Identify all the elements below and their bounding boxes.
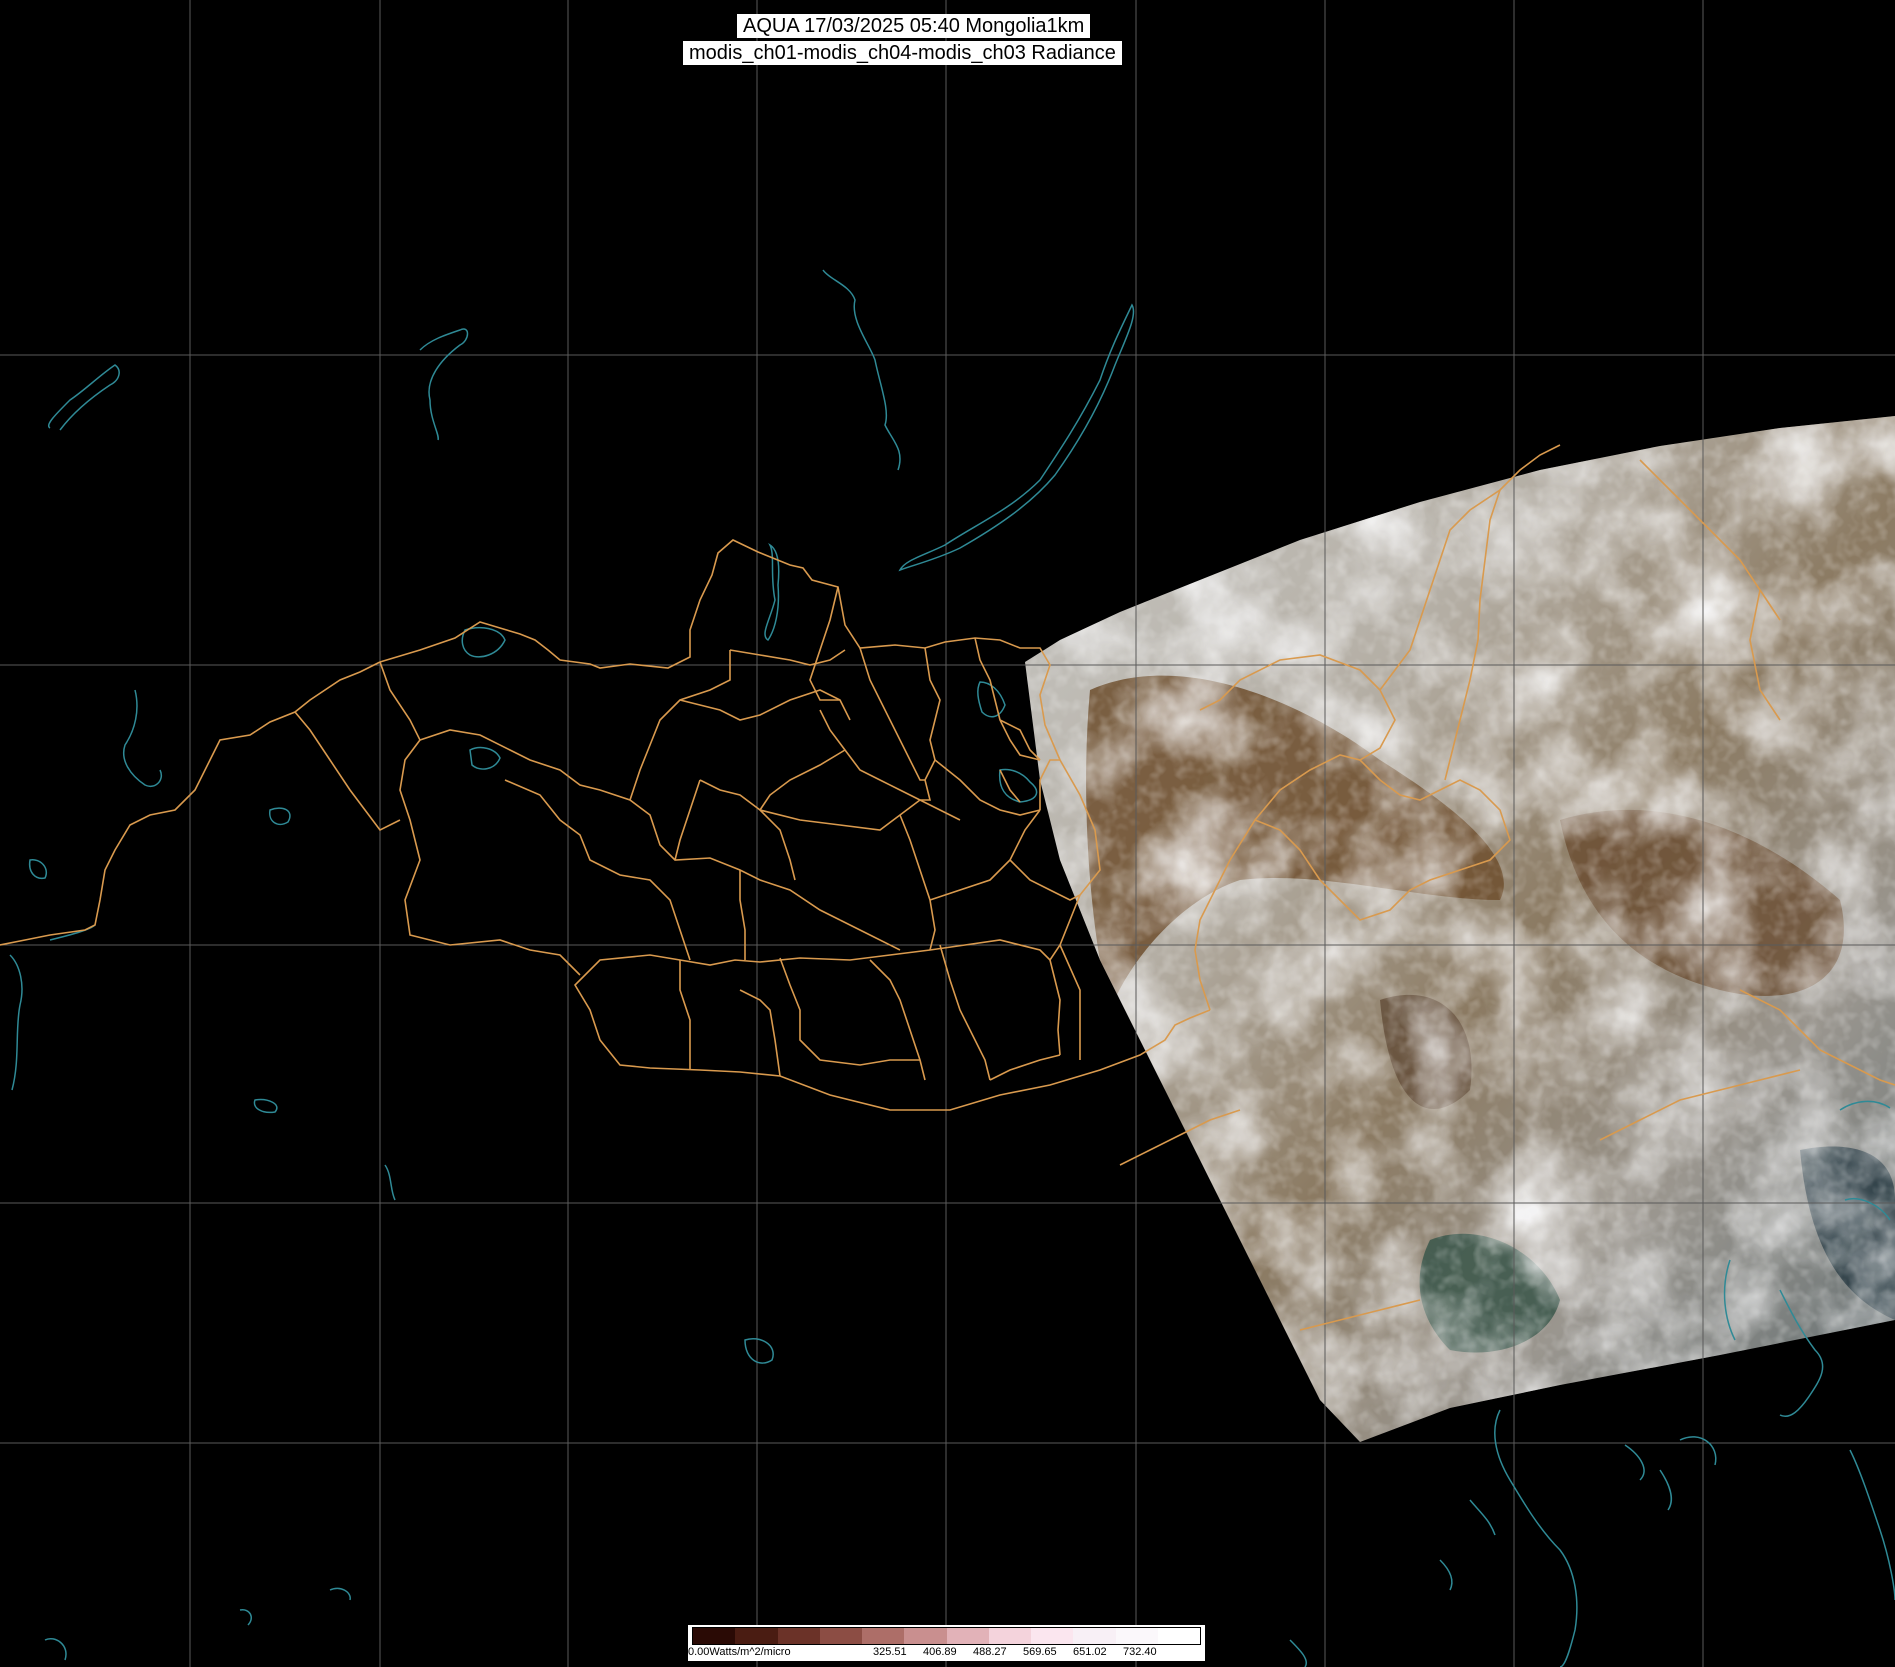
legend-tick-label: 569.65 <box>1023 1646 1057 1658</box>
legend-color-bar <box>692 1627 1201 1645</box>
satellite-swath <box>1025 416 1895 1442</box>
legend-tick-label: 406.89 <box>923 1646 957 1658</box>
title-line-1: AQUA 17/03/2025 05:40 Mongolia1km <box>737 14 1091 38</box>
radiance-legend: 0.00Watts/m^2/micro 325.51 406.89 488.27… <box>688 1625 1205 1661</box>
legend-color-swatch <box>862 1628 905 1644</box>
legend-color-swatch <box>1031 1628 1074 1644</box>
legend-color-swatch <box>1115 1628 1158 1644</box>
legend-color-swatch <box>1073 1628 1116 1644</box>
legend-color-swatch <box>904 1628 947 1644</box>
satellite-map <box>0 0 1895 1667</box>
legend-color-swatch <box>988 1628 1031 1644</box>
legend-tick-label: 651.02 <box>1073 1646 1107 1658</box>
legend-color-swatch <box>735 1628 778 1644</box>
legend-tick-label: 325.51 <box>873 1646 907 1658</box>
legend-color-swatch <box>819 1628 862 1644</box>
legend-tick-label: 488.27 <box>973 1646 1007 1658</box>
legend-color-swatch <box>1157 1628 1200 1644</box>
title-line-2: modis_ch01-modis_ch04-modis_ch03 Radianc… <box>683 41 1122 65</box>
legend-labels: 0.00Watts/m^2/micro 325.51 406.89 488.27… <box>688 1646 1205 1660</box>
legend-unit-label: 0.00Watts/m^2/micro <box>688 1646 791 1658</box>
legend-tick-label: 732.40 <box>1123 1646 1157 1658</box>
legend-color-swatch <box>777 1628 820 1644</box>
legend-color-swatch <box>693 1628 736 1644</box>
legend-color-swatch <box>946 1628 989 1644</box>
